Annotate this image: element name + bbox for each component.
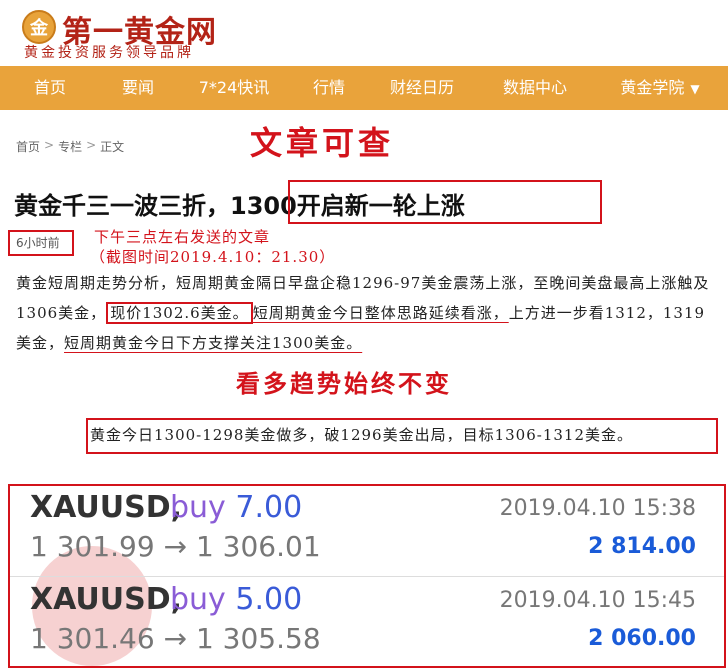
- nav-item-home[interactable]: 首页: [0, 66, 100, 110]
- trade-date: 2019.04.10 15:38: [499, 496, 696, 521]
- current-price-highlight: 现价1302.6美金。: [106, 302, 253, 324]
- trade-lots: 5.00: [235, 582, 303, 617]
- site-slogan: 黄金投资服务领导品牌: [24, 45, 194, 61]
- trade-row[interactable]: XAUUSD, buy 5.00 1 301.46 → 1 305.58 201…: [10, 578, 724, 666]
- breadcrumb-column[interactable]: 专栏: [58, 138, 82, 155]
- article-title-part-a: 黄金千三一波三折，: [14, 192, 230, 220]
- gold-coin-icon: 金: [22, 10, 56, 44]
- nav-item-flash[interactable]: 7*24快讯: [176, 66, 292, 110]
- annotation-sent-note: 下午三点左右发送的文章: [94, 228, 271, 246]
- nav-item-news[interactable]: 要闻: [100, 66, 176, 110]
- title-highlight-box: [288, 180, 602, 224]
- article-paragraph-1: 黄金短周期走势分析，短周期黄金隔日早盘企稳1296-97美金震荡上涨，至晚间美盘…: [16, 268, 718, 358]
- annotation-capture-time: （截图时间2019.4.10：21.30）: [90, 248, 336, 266]
- annotation-trend: 看多趋势始终不变: [236, 369, 452, 398]
- trade-row[interactable]: XAUUSD, buy 7.00 1 301.99 → 1 306.01 201…: [10, 486, 724, 574]
- nav-item-academy-label: 黄金学院: [620, 78, 685, 97]
- annotation-article-check: 文章可查: [250, 124, 395, 162]
- trade-symbol: XAUUSD,: [30, 582, 183, 617]
- site-logo[interactable]: 金 第一黄金网 黄金投资服务领导品牌: [14, 4, 314, 62]
- article-paragraph-2: 黄金今日1300-1298美金做多，破1296美金出局，目标1306-1312美…: [90, 426, 634, 444]
- divider: [10, 576, 724, 577]
- trade-date: 2019.04.10 15:45: [499, 588, 696, 613]
- trade-records-panel: XAUUSD, buy 7.00 1 301.99 → 1 306.01 201…: [8, 484, 726, 668]
- breadcrumb-separator: >: [86, 138, 97, 152]
- main-nav: 首页 要闻 7*24快讯 行情 财经日历 数据中心 黄金学院 ▼: [0, 66, 728, 110]
- publish-time: 6小时前: [8, 230, 74, 256]
- breadcrumb-separator: >: [44, 138, 55, 152]
- nav-item-quotes[interactable]: 行情: [292, 66, 366, 110]
- trade-side-lots: buy 7.00: [170, 490, 302, 525]
- trade-symbol: XAUUSD,: [30, 490, 183, 525]
- trade-prices: 1 301.46 → 1 305.58: [30, 622, 321, 655]
- trade-profit: 2 814.00: [588, 534, 696, 559]
- trade-side: buy: [170, 582, 226, 617]
- support-underlined: 短周期黄金今日下方支撑关注1300美金。: [64, 334, 363, 352]
- trade-lots: 7.00: [235, 490, 303, 525]
- trade-side-lots: buy 5.00: [170, 582, 302, 617]
- trade-profit: 2 060.00: [588, 626, 696, 651]
- bullish-view-underlined: 短周期黄金今日整体思路延续看涨，: [252, 304, 509, 322]
- nav-item-data-center[interactable]: 数据中心: [478, 66, 592, 110]
- trade-prices: 1 301.99 → 1 306.01: [30, 530, 321, 563]
- breadcrumb-current: 正文: [100, 140, 125, 154]
- breadcrumb: 首页 > 专栏 > 正文: [16, 138, 124, 155]
- trade-side: buy: [170, 490, 226, 525]
- caret-down-icon: ▼: [690, 82, 700, 96]
- nav-item-academy[interactable]: 黄金学院 ▼: [592, 66, 728, 110]
- breadcrumb-home[interactable]: 首页: [16, 138, 40, 155]
- nav-item-calendar[interactable]: 财经日历: [366, 66, 478, 110]
